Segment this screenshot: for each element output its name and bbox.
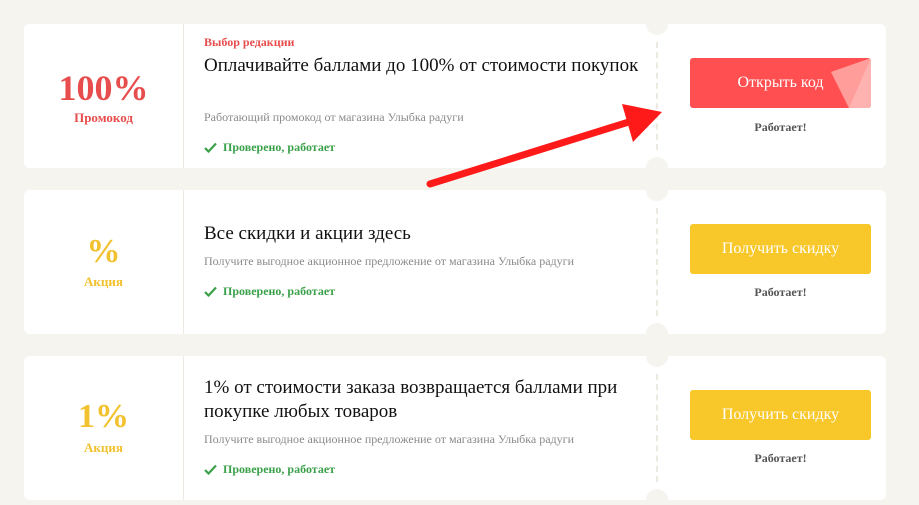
- coupon-kind: Промокод: [74, 110, 133, 125]
- coupon-notch: [646, 323, 668, 345]
- coupon-kind: Акция: [84, 440, 123, 455]
- verified-status: Проверено, работает: [204, 140, 335, 155]
- coupon-perforation: [656, 42, 658, 150]
- verified-text: Проверено, работает: [223, 284, 336, 298]
- coupon-notch: [646, 179, 668, 201]
- coupon-notch: [646, 489, 668, 505]
- button-label: Получить скидку: [721, 240, 840, 257]
- button-label: Открыть код: [737, 74, 824, 91]
- editor-choice-label: Выбор редакции: [204, 35, 295, 49]
- check-icon: [204, 142, 217, 153]
- coupon-title: Все скидки и акции здесь: [204, 223, 411, 244]
- check-icon: [204, 464, 217, 475]
- coupon-card: 100% Промокод Выбор редакции Оплачивайте…: [24, 13, 886, 179]
- coupon-description: Получите выгодное акционное предложение …: [204, 432, 574, 446]
- verified-text: Проверено, работает: [223, 140, 336, 154]
- open-code-button[interactable]: Открыть код: [690, 58, 871, 108]
- coupon-title: 1% от стоимости заказа возвращается балл…: [204, 377, 618, 422]
- works-status: Работает!: [754, 285, 807, 299]
- get-discount-button[interactable]: Получить скидку: [690, 390, 871, 440]
- verified-status: Проверено, работает: [204, 284, 335, 299]
- coupon-notch: [646, 345, 668, 367]
- coupon-description: Работающий промокод от магазина Улыбка р…: [204, 110, 464, 124]
- works-status: Работает!: [754, 451, 807, 465]
- coupon-notch: [646, 157, 668, 179]
- coupon-value-block: 100% Промокод: [24, 24, 184, 168]
- coupon-perforation: [656, 374, 658, 482]
- coupon-card: % Акция Все скидки и акции здесь Получит…: [24, 179, 886, 345]
- button-label: Получить скидку: [721, 406, 840, 423]
- coupon-value: %: [86, 233, 121, 270]
- verified-text: Проверено, работает: [223, 462, 336, 476]
- get-discount-button[interactable]: Получить скидку: [690, 224, 871, 274]
- verified-status: Проверено, работает: [204, 462, 335, 477]
- works-status: Работает!: [754, 120, 807, 134]
- coupon-card: 1% Акция 1% от стоимости заказа возвраща…: [24, 345, 886, 505]
- coupon-description: Получите выгодное акционное предложение …: [204, 254, 574, 268]
- coupon-notch: [646, 13, 668, 35]
- coupon-kind: Акция: [84, 274, 123, 289]
- coupon-perforation: [656, 208, 658, 316]
- coupon-value-block: 1% Акция: [24, 356, 184, 500]
- coupon-value-block: % Акция: [24, 190, 184, 334]
- coupon-value: 1%: [78, 398, 129, 435]
- coupon-list: 100% Промокод Выбор редакции Оплачивайте…: [0, 0, 919, 505]
- check-icon: [204, 286, 217, 297]
- coupon-value: 100%: [58, 68, 149, 108]
- coupon-title: Оплачивайте баллами до 100% от стоимости…: [204, 55, 639, 76]
